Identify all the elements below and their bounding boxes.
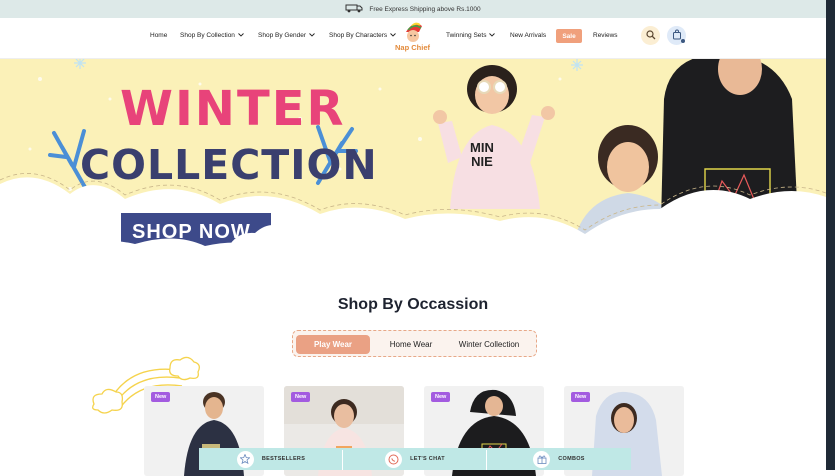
nav-new-arrivals-label: New Arrivals	[510, 32, 547, 39]
bottom-bar-lets-chat[interactable]: LET'S CHAT	[343, 448, 487, 470]
nav-sale-label: Sale	[562, 32, 576, 40]
section-title: Shop By Occassion	[337, 296, 489, 313]
nav-reviews[interactable]: Reviews	[593, 32, 618, 39]
nav-shop-by-collection[interactable]: Shop By Collection	[180, 32, 244, 39]
hero-shirt-print-top: MIN	[470, 140, 494, 155]
cart-count-dot	[681, 39, 685, 43]
gift-icon	[533, 450, 551, 468]
nav-reviews-label: Reviews	[593, 32, 618, 39]
search-icon	[645, 27, 656, 45]
main-nav: Home Shop By Collection Shop By Gender S…	[0, 18, 826, 59]
new-badge: New	[151, 392, 171, 402]
bottom-bar-combos[interactable]: COMBOS	[487, 448, 631, 470]
chevron-down-icon	[489, 32, 496, 39]
hero-shirt-print-bottom: NIE	[471, 153, 493, 169]
hero-title-collection: COLLECTION	[80, 141, 378, 189]
bottom-bar-combos-label: COMBOS	[558, 456, 585, 462]
nav-shop-by-collection-label: Shop By Collection	[180, 32, 235, 39]
nap-chief-logo[interactable]: Nap Chief	[392, 20, 434, 58]
hero-shirt-print: MIN NIE	[470, 141, 494, 168]
cart-button[interactable]	[667, 26, 686, 45]
bottom-bar-bestsellers-label: BESTSELLERS	[261, 456, 306, 462]
nav-twinning-sets-label: Twinning Sets	[446, 32, 487, 39]
chevron-down-icon	[309, 32, 315, 39]
tab-winter-collection[interactable]: Winter Collection	[445, 335, 533, 354]
announcement-bar: Free Express Shipping above Rs.1000	[0, 0, 826, 18]
occasion-tabs: Play Wear Home Wear Winter Collection	[292, 330, 537, 357]
chat-icon	[385, 450, 403, 468]
hero-title-winter: WINTER	[120, 81, 346, 137]
new-badge: New	[431, 392, 451, 402]
new-badge: New	[571, 392, 591, 402]
cta-cloud-right	[225, 224, 325, 255]
tab-play-wear[interactable]: Play Wear	[296, 335, 370, 354]
nav-shop-by-characters[interactable]: Shop By Characters	[329, 32, 396, 39]
nav-shop-by-gender-label: Shop By Gender	[258, 32, 307, 39]
nav-sale-button[interactable]: Sale	[556, 29, 582, 43]
nav-new-arrivals[interactable]: New Arrivals	[510, 32, 546, 39]
new-badge: New	[291, 392, 311, 402]
sticky-bottom-bar: BESTSELLERS LET'S CHAT COMBOS	[199, 448, 631, 470]
nav-twinning-sets[interactable]: Twinning Sets	[446, 32, 496, 39]
truck-icon	[345, 3, 363, 15]
search-button[interactable]	[641, 26, 660, 45]
nav-home[interactable]: Home	[150, 32, 167, 39]
star-icon	[236, 450, 254, 468]
tab-home-wear[interactable]: Home Wear	[381, 335, 441, 354]
logo-wordmark: Nap Chief	[395, 43, 431, 52]
nav-shop-by-characters-label: Shop By Characters	[329, 32, 388, 39]
chevron-down-icon	[238, 32, 244, 39]
nav-home-label: Home	[150, 32, 168, 39]
bottom-bar-bestsellers[interactable]: BESTSELLERS	[199, 448, 343, 470]
announcement-text: Free Express Shipping above Rs.1000	[369, 5, 481, 13]
nav-shop-by-gender[interactable]: Shop By Gender	[258, 32, 315, 39]
window-edge	[826, 0, 835, 470]
bottom-bar-lets-chat-label: LET'S CHAT	[410, 456, 445, 462]
cart-icon	[672, 27, 682, 45]
